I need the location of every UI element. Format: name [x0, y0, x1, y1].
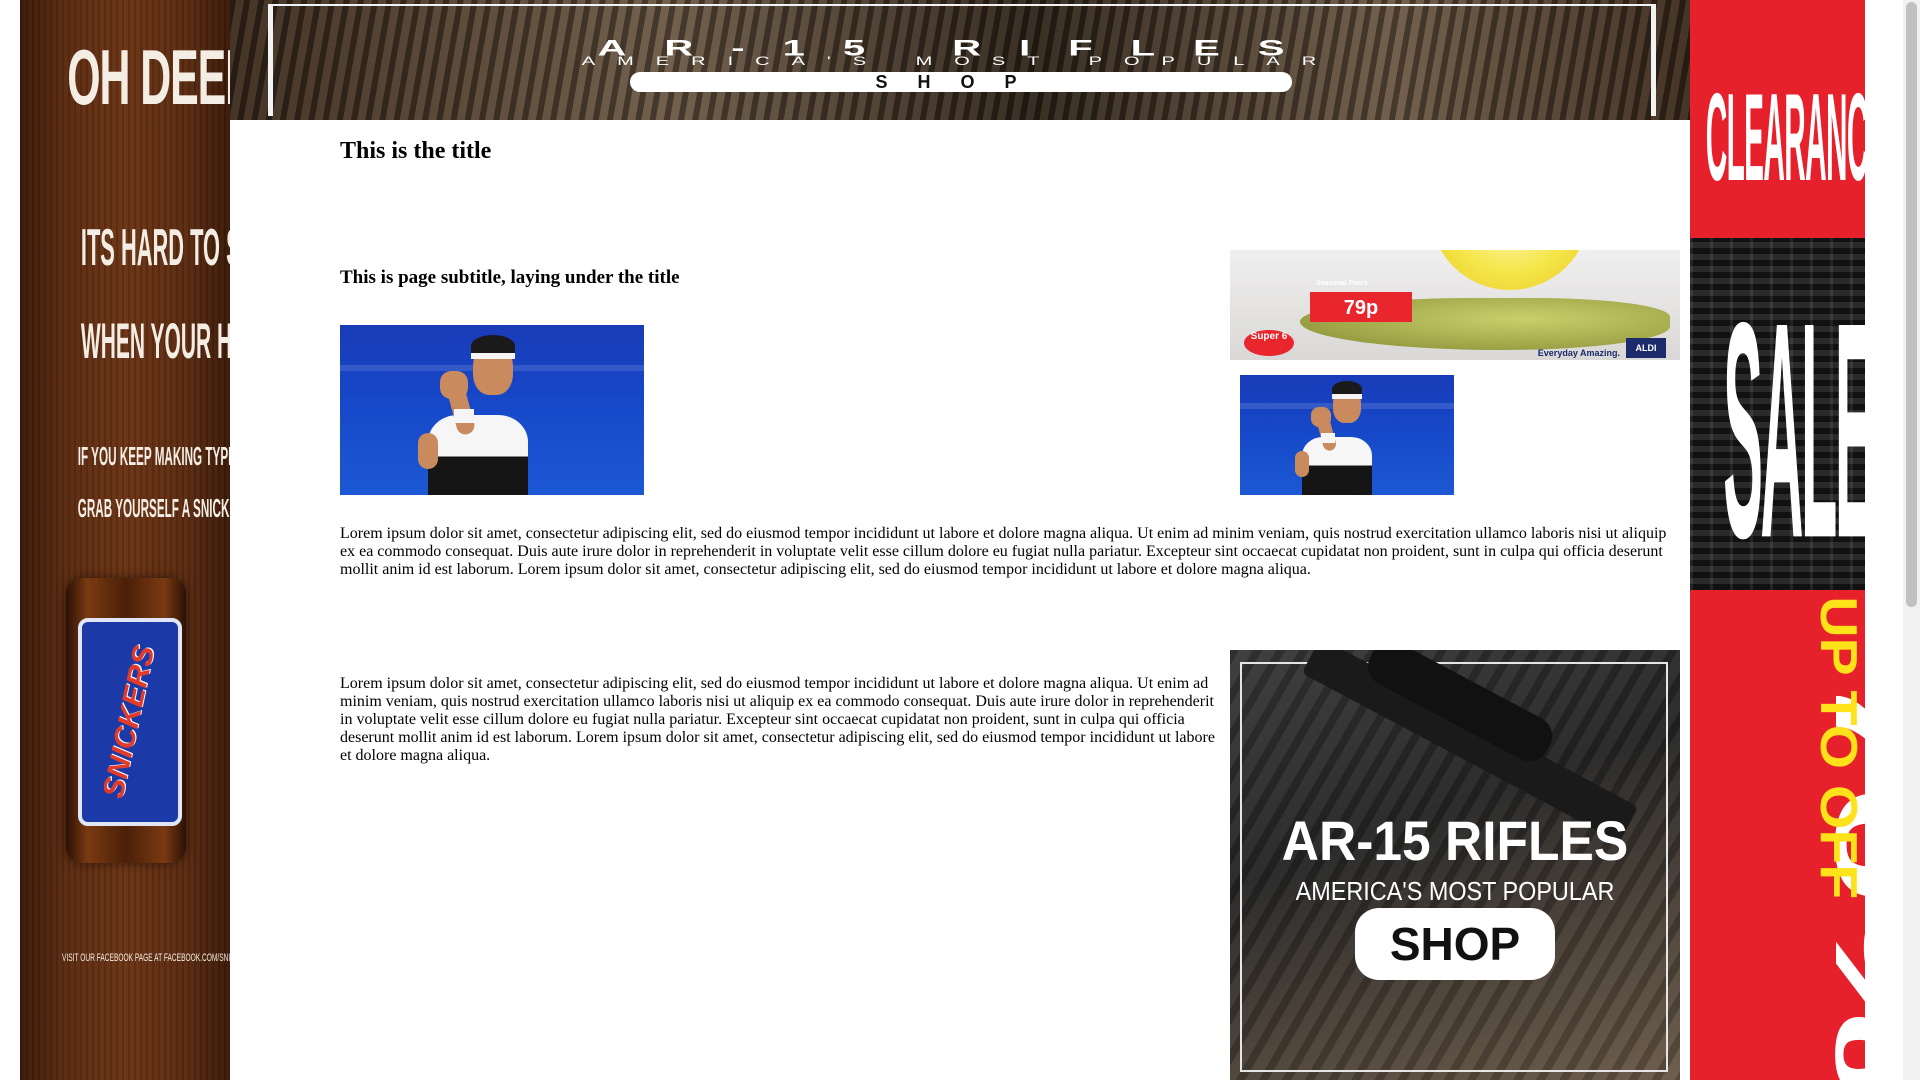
ad-headline: AR-15 RIFLES [1281, 809, 1629, 872]
off-text: OFF [1809, 784, 1865, 900]
snickers-skyscraper-ad[interactable]: OH DEER ITS HARD TO SPEL WHEN YOUR HUNGR… [20, 0, 230, 1080]
clearance-sale-skyscraper-ad[interactable]: CLEARANCE SALE 70% UP TO OFF [1690, 0, 1865, 1080]
ad-headline: OH DEER [67, 33, 230, 121]
snickers-bar-image: SNICKERS [66, 578, 186, 863]
ad-line: IF YOU KEEP MAKING TYPING MISTAKES GRAB … [77, 430, 230, 534]
player-fist [440, 371, 468, 399]
ad-tagline: AMERICA'S MOST POPULAR [1295, 876, 1615, 906]
super-6-badge: Super 6 [1244, 330, 1294, 356]
vertical-scrollbar[interactable] [1903, 0, 1920, 1080]
ad-line-part: GRAB YOURSELF A SNICKERS FAST [77, 493, 230, 523]
ar15-rifles-ad[interactable]: AR-15 RIFLES AMERICA'S MOST POPULAR SHOP [1230, 650, 1680, 1080]
ad-line-part: IF YOU KEEP MAKING TYPING MISTAKES [77, 441, 230, 471]
tennis-player-image [340, 325, 644, 495]
scrollbar-thumb[interactable] [1906, 2, 1917, 607]
lemon-image [1430, 250, 1590, 290]
price-label: Seasonal Pears [1316, 280, 1368, 287]
page: OH DEER ITS HARD TO SPEL WHEN YOUR HUNGR… [0, 0, 1920, 1080]
ad-line: WHEN YOUR HUNGRY [80, 313, 230, 369]
player-torso [428, 415, 528, 495]
ad-line: ITS HARD TO SPEL [80, 219, 230, 277]
body-paragraph: Lorem ipsum dolor sit amet, consectetur … [340, 525, 1667, 578]
sale-text: SALE [1723, 261, 1865, 604]
snickers-logo-text: SNICKERS [97, 642, 162, 802]
price-value: 79p [1343, 297, 1379, 319]
tennis-player-image-small [1240, 375, 1454, 495]
up-to-text: UP TO [1809, 596, 1865, 769]
up-to-off-text: UP TO OFF [1808, 596, 1865, 899]
banner-shop-button[interactable]: SHOP [630, 72, 1292, 92]
snickers-logo: SNICKERS [78, 618, 182, 826]
aldi-pear-ad[interactable]: Seasonal Pears 79p Super 6 Everyday Amaz… [1230, 250, 1680, 360]
page-title: This is the title [340, 138, 492, 164]
clearance-text: CLEARANCE [1705, 70, 1865, 209]
page-subtitle: This is page subtitle, laying under the … [340, 267, 680, 288]
aldi-logo: ALDI [1626, 338, 1666, 358]
player-headband [471, 353, 515, 359]
player-fist [1311, 407, 1331, 427]
player-wristband [454, 409, 474, 423]
ad-tagline: Everyday Amazing. [1537, 348, 1620, 358]
ad-footer: VISIT OUR FACEBOOK PAGE AT FACEBOOK.COM/… [61, 952, 230, 964]
shop-button[interactable]: SHOP [1355, 908, 1555, 980]
price-tag: Seasonal Pears 79p [1310, 280, 1412, 322]
banner-tagline: AMERICA'S MOST POPULAR [581, 54, 1339, 68]
player-torso [1302, 437, 1372, 495]
player-headband [1332, 394, 1362, 399]
body-paragraph: Lorem ipsum dolor sit amet, consectetur … [340, 675, 1215, 764]
player-wristband [1321, 433, 1335, 443]
ar15-top-banner-ad[interactable]: AR-15 RIFLES AMERICA'S MOST POPULAR SHOP [230, 0, 1690, 120]
player-arm [418, 433, 438, 469]
player-arm [1295, 451, 1309, 477]
